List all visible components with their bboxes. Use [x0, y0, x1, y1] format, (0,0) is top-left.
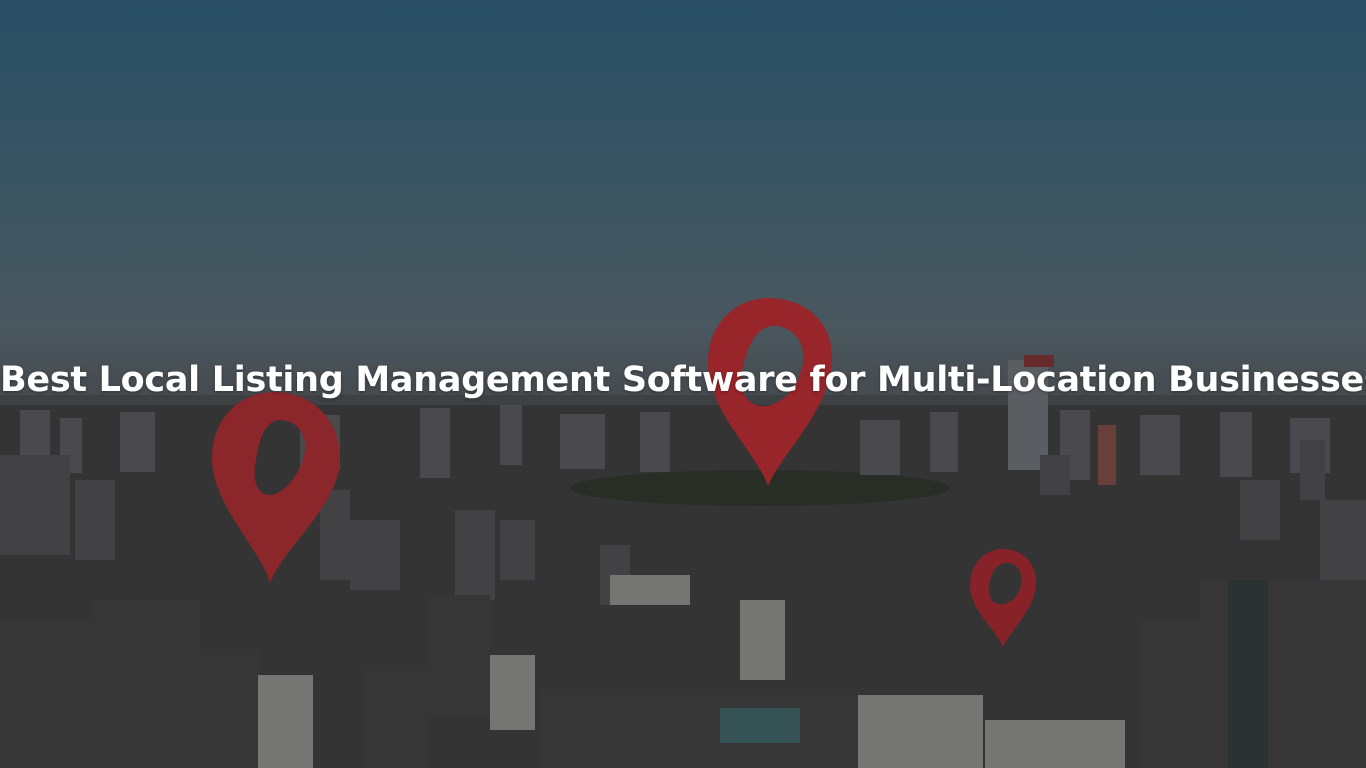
- headline-title: Best Local Listing Management Software f…: [0, 360, 1366, 400]
- hero-banner: Best Local Listing Management Software f…: [0, 0, 1366, 768]
